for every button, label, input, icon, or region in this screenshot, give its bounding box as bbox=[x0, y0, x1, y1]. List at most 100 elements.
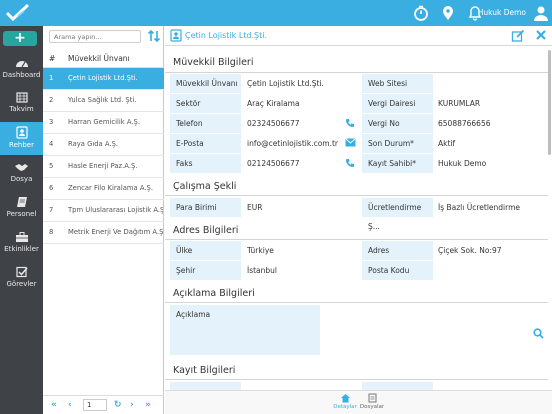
row-num: 8 bbox=[49, 228, 54, 236]
nav-rehber[interactable]: Rehber bbox=[0, 122, 43, 155]
add-button[interactable]: + bbox=[3, 31, 37, 46]
field-value: 02124506677 bbox=[242, 154, 362, 173]
list-item[interactable]: 3 Harran Gemicilik A.Ş. bbox=[43, 112, 164, 134]
list-item[interactable]: 8 Metrik Enerji Ve Dağıtım A.Ş. bbox=[43, 222, 164, 244]
field-value: Aktif bbox=[433, 134, 548, 153]
prev-page-icon[interactable]: ‹ bbox=[68, 400, 72, 410]
nav-takvim-label: Takvim bbox=[9, 105, 34, 113]
field-value bbox=[433, 74, 548, 93]
nav-dashboard-label: Dashboard bbox=[2, 71, 41, 79]
row-num: 5 bbox=[49, 162, 54, 170]
divider bbox=[165, 379, 548, 380]
phone-icon[interactable] bbox=[345, 118, 355, 128]
field-label: Kayıt Sahibi* bbox=[362, 154, 433, 173]
row-num: 3 bbox=[49, 118, 54, 126]
divider bbox=[165, 302, 548, 303]
tab-detaylar[interactable]: Detaylar bbox=[330, 393, 360, 410]
field-value: Çetin Lojistik Ltd.Şti. bbox=[242, 74, 362, 93]
left-nav: + Dashboard Takvim Rehber Dosya Personel… bbox=[0, 26, 43, 414]
nav-gorevler[interactable]: Görevler bbox=[0, 262, 43, 295]
files-icon bbox=[368, 393, 376, 403]
field-value: Hukuk Demo bbox=[433, 154, 548, 173]
sort-icon[interactable] bbox=[147, 29, 161, 43]
user-name[interactable]: Hukuk Demo bbox=[478, 8, 526, 17]
book-icon bbox=[16, 197, 27, 207]
phone-icon[interactable] bbox=[345, 158, 355, 168]
close-icon[interactable] bbox=[535, 29, 547, 41]
search-icon[interactable] bbox=[533, 328, 544, 339]
nav-personel-label: Personel bbox=[6, 210, 37, 218]
search-input[interactable] bbox=[49, 30, 141, 43]
bottom-tab-bar: Detaylar Dosyalar bbox=[165, 390, 552, 414]
field-value: EUR bbox=[242, 198, 362, 217]
user-icon[interactable] bbox=[532, 4, 550, 22]
list-item[interactable]: 5 Hasle Enerji Paz.A.Ş. bbox=[43, 156, 164, 178]
field-row: Para Birimi EUR Ücretlendirme Ş... İş Ba… bbox=[170, 198, 548, 231]
contact-card-icon bbox=[170, 29, 182, 42]
row-name: Raya Gıda A.Ş. bbox=[68, 140, 119, 148]
divider bbox=[165, 195, 548, 196]
nav-dosya[interactable]: Dosya bbox=[0, 157, 43, 190]
section-title-aciklama: Açıklama Bilgileri bbox=[173, 288, 255, 299]
nav-dashboard[interactable]: Dashboard bbox=[0, 53, 43, 86]
field-label: Posta Kodu bbox=[362, 261, 433, 280]
scrollbar[interactable] bbox=[548, 50, 551, 155]
field-label: Ülke bbox=[170, 241, 241, 260]
tab-detaylar-label: Detaylar bbox=[333, 404, 357, 410]
next-page-icon[interactable]: › bbox=[130, 400, 134, 410]
field-value: İş Bazlı Ücretlendirme bbox=[433, 198, 548, 217]
top-bar: Hukuk Demo bbox=[0, 0, 552, 26]
row-name: Çetin Lojistik Ltd.Şti. bbox=[68, 74, 138, 82]
field-row: Telefon 02324506677 Vergi No 65088766656 bbox=[170, 114, 548, 134]
col-name-header[interactable]: Müvekkil Ünvanı bbox=[68, 54, 130, 63]
field-label: Müvekkil Ünvanı bbox=[170, 74, 241, 93]
detail-header: Çetin Lojistik Ltd.Şti. bbox=[165, 26, 552, 46]
nav-gorevler-label: Görevler bbox=[6, 280, 37, 288]
last-page-icon[interactable]: » bbox=[145, 400, 151, 410]
list-item[interactable]: 2 Yulca Sağlık Ltd. Şti. bbox=[43, 90, 164, 112]
field-value: KURUMLAR bbox=[433, 94, 548, 113]
tab-dosyalar[interactable]: Dosyalar bbox=[357, 393, 387, 410]
nav-takvim[interactable]: Takvim bbox=[0, 87, 43, 120]
row-num: 1 bbox=[49, 74, 54, 82]
nav-etkinlikler[interactable]: Etkinlikler bbox=[0, 227, 43, 260]
toolbox-icon bbox=[15, 232, 28, 242]
pagination: « ‹ 1 ↻ › » bbox=[43, 395, 164, 414]
section-title-muvekkil: Müvekkil Bilgileri bbox=[173, 57, 254, 68]
field-value: İstanbul bbox=[242, 261, 362, 280]
list-header: # Müvekkil Ünvanı bbox=[43, 51, 164, 68]
list-item[interactable]: 4 Raya Gıda A.Ş. bbox=[43, 134, 164, 156]
field-label: Telefon bbox=[170, 114, 241, 133]
location-icon[interactable] bbox=[439, 4, 457, 22]
list-item[interactable]: 7 Tpm Uluslararası Lojistik A.Ş. bbox=[43, 200, 164, 222]
nav-personel[interactable]: Personel bbox=[0, 192, 43, 225]
list-item[interactable]: 6 Zencar Filo Kiralama A.Ş. bbox=[43, 178, 164, 200]
field-label: Şehir bbox=[170, 261, 241, 280]
field-row: Faks 02124506677 Kayıt Sahibi* Hukuk Dem… bbox=[170, 154, 548, 174]
field-value: info@cetinlojistik.com.tr bbox=[242, 134, 344, 153]
refresh-icon[interactable]: ↻ bbox=[114, 400, 122, 410]
dashboard-icon bbox=[15, 61, 28, 68]
home-icon bbox=[340, 394, 350, 403]
first-page-icon[interactable]: « bbox=[51, 400, 57, 410]
section-title-kayit: Kayıt Bilgileri bbox=[173, 365, 236, 376]
row-num: 7 bbox=[49, 206, 54, 214]
logo-icon[interactable] bbox=[4, 3, 36, 23]
edit-icon[interactable] bbox=[511, 29, 525, 43]
field-value: Türkiye bbox=[242, 241, 362, 260]
timer-icon[interactable] bbox=[412, 4, 430, 22]
page-number-input[interactable]: 1 bbox=[83, 399, 107, 411]
detail-panel: Çetin Lojistik Ltd.Şti. Müvekkil Bilgile… bbox=[165, 26, 552, 414]
section-title-calisma: Çalışma Şekli bbox=[173, 181, 237, 192]
row-name: Zencar Filo Kiralama A.Ş. bbox=[68, 184, 153, 192]
tab-dosyalar-label: Dosyalar bbox=[359, 404, 385, 410]
field-value: Çiçek Sok. No:97 bbox=[433, 241, 548, 260]
row-name: Tpm Uluslararası Lojistik A.Ş. bbox=[68, 206, 163, 214]
row-name: Hasle Enerji Paz.A.Ş. bbox=[68, 162, 138, 170]
mail-icon[interactable] bbox=[345, 138, 356, 147]
field-value: 65088766656 bbox=[433, 114, 548, 133]
row-num: 4 bbox=[49, 140, 54, 148]
calendar-icon bbox=[15, 92, 28, 103]
divider bbox=[165, 239, 548, 240]
list-item[interactable]: 1 Çetin Lojistik Ltd.Şti. bbox=[43, 68, 164, 90]
